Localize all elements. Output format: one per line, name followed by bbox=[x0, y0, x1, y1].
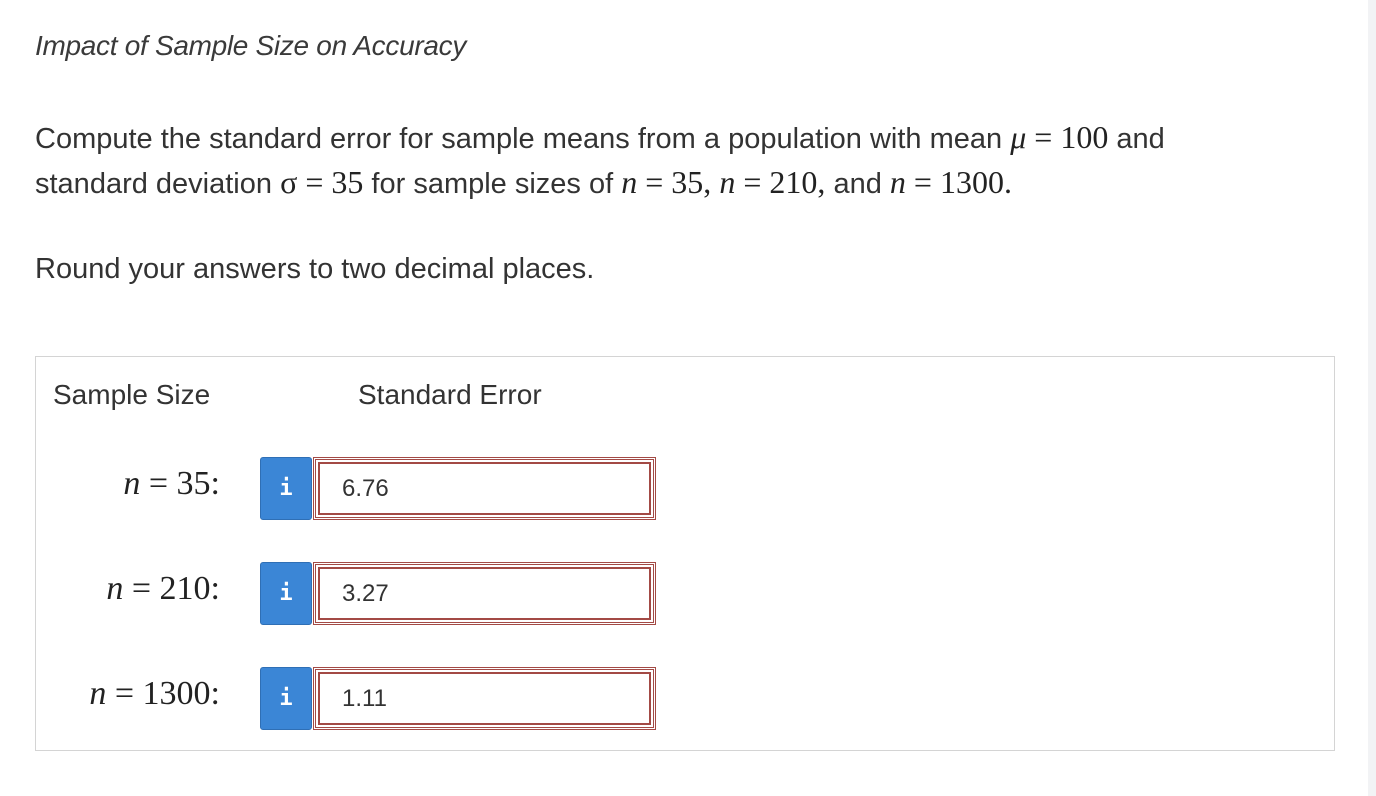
problem-and: and bbox=[833, 168, 882, 200]
sigma-value: 35 bbox=[331, 164, 364, 200]
standard-error-header: Standard Error bbox=[358, 379, 542, 410]
info-button[interactable]: i bbox=[260, 667, 312, 730]
answer-field-frame bbox=[313, 457, 656, 520]
n-symbol: n bbox=[621, 164, 638, 200]
info-button[interactable]: i bbox=[260, 457, 312, 520]
sample-size-header: Sample Size bbox=[53, 379, 211, 410]
standard-error-input[interactable] bbox=[318, 462, 651, 515]
info-icon: i bbox=[279, 476, 293, 501]
answer-panel: Sample Size Standard Error n = 35: i n =… bbox=[35, 356, 1335, 751]
info-icon: i bbox=[279, 686, 293, 711]
mu-symbol: μ bbox=[1010, 119, 1027, 155]
n-symbol: n bbox=[889, 164, 906, 200]
sample-size-label: n = 35: bbox=[123, 465, 220, 503]
equals-sign: = bbox=[743, 164, 762, 200]
n3-value: 1300. bbox=[939, 164, 1012, 200]
problem-text: for sample sizes of bbox=[371, 168, 614, 200]
sample-size-value: 35: bbox=[176, 465, 220, 502]
equals-sign: = bbox=[645, 164, 664, 200]
info-button[interactable]: i bbox=[260, 562, 312, 625]
info-icon: i bbox=[279, 581, 293, 606]
sample-size-value: 210: bbox=[159, 570, 220, 607]
answer-row: n = 210: i bbox=[36, 562, 1334, 626]
n-symbol: n bbox=[89, 675, 107, 712]
mu-value: 100 bbox=[1060, 119, 1109, 155]
rounding-instruction: Round your answers to two decimal places… bbox=[35, 253, 595, 285]
equals-sign: = bbox=[131, 570, 152, 607]
problem-text: standard deviation bbox=[35, 168, 272, 200]
answer-row: n = 1300: i bbox=[36, 667, 1334, 731]
equals-sign: = bbox=[148, 465, 169, 502]
standard-error-input[interactable] bbox=[318, 672, 651, 725]
n1-value: 35, bbox=[671, 164, 712, 200]
question-title: Impact of Sample Size on Accuracy bbox=[35, 30, 467, 61]
equals-sign: = bbox=[1034, 119, 1053, 155]
sample-size-label: n = 210: bbox=[106, 570, 220, 608]
answer-field-frame bbox=[313, 667, 656, 730]
right-scroll-rail bbox=[1368, 0, 1376, 796]
answer-row: n = 35: i bbox=[36, 457, 1334, 521]
equals-sign: = bbox=[114, 675, 135, 712]
standard-error-input[interactable] bbox=[318, 567, 651, 620]
n2-value: 210, bbox=[769, 164, 826, 200]
n-symbol: n bbox=[106, 570, 124, 607]
answer-field-frame bbox=[313, 562, 656, 625]
n-symbol: n bbox=[123, 465, 141, 502]
equals-sign: = bbox=[305, 164, 324, 200]
problem-text: Compute the standard error for sample me… bbox=[35, 123, 1003, 155]
problem-line-1: Compute the standard error for sample me… bbox=[35, 115, 1165, 161]
equals-sign: = bbox=[913, 164, 932, 200]
problem-and: and bbox=[1116, 123, 1165, 155]
problem-line-2: standard deviation σ = 35 for sample sizes… bbox=[35, 160, 1012, 206]
sigma-symbol: σ bbox=[280, 164, 298, 200]
n-symbol: n bbox=[719, 164, 736, 200]
sample-size-value: 1300: bbox=[142, 675, 220, 712]
sample-size-label: n = 1300: bbox=[89, 675, 220, 713]
